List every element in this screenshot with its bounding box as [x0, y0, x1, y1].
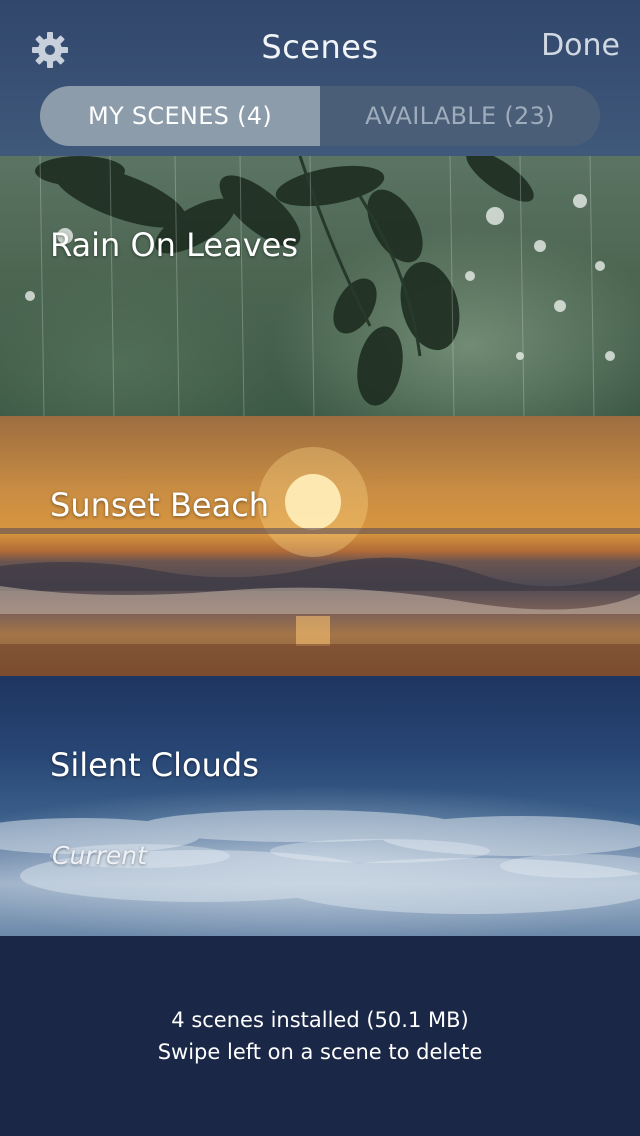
header-bar: Scenes Done MY SCENES (4) AVAILABLE (23)	[0, 0, 640, 160]
installed-summary: 4 scenes installed (50.1 MB)	[171, 1008, 469, 1032]
tab-available[interactable]: AVAILABLE (23)	[320, 86, 600, 146]
scenes-tab-control: MY SCENES (4) AVAILABLE (23)	[40, 86, 600, 146]
scene-title: Rain On Leaves	[50, 226, 298, 264]
silent-clouds-image	[0, 810, 640, 914]
sunset-beach-image	[0, 447, 640, 676]
current-scene-label: Current	[52, 841, 147, 870]
done-button[interactable]: Done	[541, 28, 620, 63]
rain-leaves-image	[25, 156, 615, 416]
scene-row-rain-on-leaves[interactable]: Rain On Leaves	[0, 156, 640, 416]
footer-info: 4 scenes installed (50.1 MB) Swipe left …	[0, 936, 640, 1136]
scene-title: Silent Clouds	[50, 746, 259, 784]
scene-title: Sunset Beach	[50, 486, 270, 524]
scene-row-sunset-beach[interactable]: Sunset Beach	[0, 416, 640, 676]
delete-hint: Swipe left on a scene to delete	[157, 1040, 483, 1064]
scene-row-silent-clouds[interactable]: Silent Clouds Current	[0, 676, 640, 936]
scenes-screen: Scenes Done MY SCENES (4) AVAILABLE (23)	[0, 0, 640, 1136]
tab-my-scenes[interactable]: MY SCENES (4)	[40, 86, 320, 146]
